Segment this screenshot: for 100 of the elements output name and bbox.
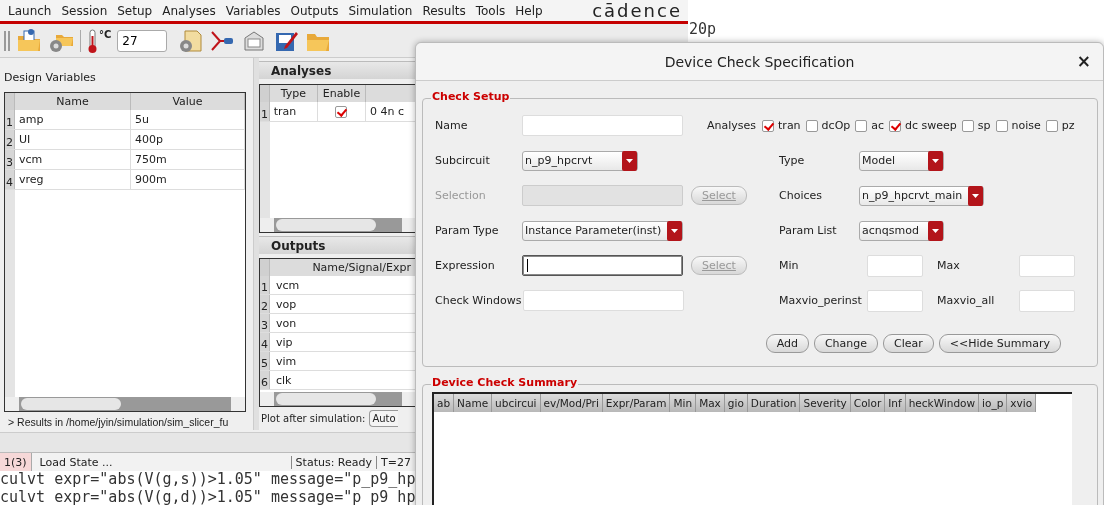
- gear-document-icon[interactable]: [177, 27, 204, 54]
- column-header[interactable]: gio: [724, 394, 748, 412]
- checkbox-label: sp: [977, 119, 991, 132]
- splitter-bar[interactable]: [0, 432, 415, 453]
- horizontal-scrollbar[interactable]: [5, 397, 245, 411]
- checkbox[interactable]: [1045, 119, 1058, 132]
- group-title: Check Setup: [431, 90, 511, 103]
- toolbar-grip: [4, 29, 10, 52]
- button[interactable]: Change: [813, 334, 879, 353]
- field-label: Maxvio_all: [937, 294, 996, 307]
- temperature-field[interactable]: 27: [117, 29, 168, 52]
- checkbox-label: dcOp: [821, 119, 851, 132]
- menu-item[interactable]: Session: [56, 3, 113, 18]
- field-label: Analyses: [707, 119, 757, 132]
- terminal-line: culvt expr="abs(V(g,s))>1.05" message="p_p9_hp: [0, 470, 416, 488]
- column-header[interactable]: Name: [15, 93, 131, 110]
- column-header[interactable]: Inf: [885, 394, 906, 412]
- caret-icon: [968, 185, 984, 206]
- status-text: Status: Ready: [290, 455, 377, 469]
- dropdown[interactable]: Model: [859, 150, 944, 171]
- checkbox[interactable]: [855, 119, 868, 132]
- dropdown[interactable]: n_p9_hpcrvt_main: [859, 185, 985, 206]
- checkbox[interactable]: [335, 105, 348, 118]
- menu-item[interactable]: Variables: [220, 3, 286, 18]
- dropdown[interactable]: Auto: [369, 410, 398, 427]
- column-header[interactable]: ubcircui: [492, 394, 541, 412]
- checkbox[interactable]: [961, 119, 974, 132]
- caret-icon: [928, 220, 943, 241]
- column-header[interactable]: Color: [850, 394, 886, 412]
- menu-item[interactable]: Launch: [3, 3, 57, 18]
- menu-item[interactable]: Simulation: [343, 3, 418, 18]
- logo: cādence: [592, 0, 682, 21]
- row-number: 3: [5, 150, 15, 169]
- column-header[interactable]: Value: [131, 93, 245, 110]
- caret-icon: [622, 150, 637, 171]
- field-label: Param Type: [434, 224, 500, 237]
- column-header[interactable]: Min: [670, 394, 697, 412]
- column-header[interactable]: io_p: [979, 394, 1008, 412]
- table-cell: UI: [15, 130, 131, 149]
- field-label: Selection: [434, 189, 487, 202]
- checkbox-label: pz: [1061, 119, 1075, 132]
- checkbox[interactable]: [805, 119, 818, 132]
- field-label: Subcircuit: [434, 154, 491, 167]
- field-label: Maxvio_perinst: [779, 294, 863, 307]
- field-label: Max: [937, 259, 961, 272]
- table-cell: 400p: [131, 130, 245, 149]
- field-label: Choices: [779, 189, 823, 202]
- results-path: > Results in /home/jyin/simulation/sim_slicer_fu: [8, 416, 229, 428]
- column-header[interactable]: ev/Mod/Pri: [540, 394, 603, 412]
- close-button[interactable]: ×: [1076, 52, 1091, 70]
- menu-item[interactable]: Outputs: [285, 3, 344, 18]
- column-header[interactable]: ab: [434, 394, 455, 412]
- column-header[interactable]: heckWindow: [905, 394, 980, 412]
- column-header[interactable]: Severity: [800, 394, 851, 412]
- horizontal-scrollbar[interactable]: [260, 218, 416, 232]
- column-header[interactable]: xvio: [1007, 394, 1037, 412]
- panel-header: Outputs: [259, 236, 415, 254]
- table-cell: 5u: [131, 110, 245, 129]
- checkbox[interactable]: [762, 119, 775, 132]
- field-label: Name: [434, 119, 469, 132]
- table-cell: tran: [269, 102, 318, 121]
- field-label: Param List: [779, 224, 838, 237]
- checkbox[interactable]: [889, 119, 902, 132]
- folder-icon[interactable]: [16, 27, 42, 54]
- column-header[interactable]: Duration: [747, 394, 801, 412]
- panel-header: Analyses: [259, 61, 415, 79]
- menu-item[interactable]: Tools: [470, 3, 511, 18]
- menu-item[interactable]: Setup: [112, 3, 158, 18]
- panel-title: Design Variables: [3, 70, 97, 86]
- checkbox-label: dc sweep: [905, 119, 957, 132]
- menu-item[interactable]: Analyses: [157, 3, 221, 18]
- row-number: 4: [260, 333, 270, 351]
- checkbox[interactable]: [995, 119, 1008, 132]
- status-temperature: T=27: [380, 455, 412, 469]
- button[interactable]: Clear: [883, 334, 934, 353]
- row-number: 2: [5, 130, 15, 149]
- column-header[interactable]: Name: [454, 394, 493, 412]
- dropdown[interactable]: acnqsmod: [859, 220, 944, 241]
- status-message: Load State ...: [38, 455, 114, 469]
- thermometer-icon: [87, 27, 99, 54]
- dropdown[interactable]: n_p9_hpcrvt: [522, 150, 638, 171]
- field-label: Expression: [434, 259, 496, 272]
- button[interactable]: Add: [765, 334, 809, 353]
- text-field[interactable]: [522, 255, 683, 276]
- field-label: Type: [779, 154, 806, 167]
- field-label: Plot after simulation:: [261, 413, 366, 424]
- table-cell: amp: [15, 110, 131, 129]
- checkbox-label: tran: [778, 119, 801, 132]
- menu-item[interactable]: Help: [510, 3, 548, 18]
- status-count: 1(3): [0, 453, 32, 471]
- group-title: Device Check Summary: [431, 376, 579, 389]
- row-number: 4: [5, 170, 15, 189]
- column-header[interactable]: Max: [696, 394, 725, 412]
- horizontal-scrollbar[interactable]: [260, 392, 416, 406]
- column-header[interactable]: Enable: [317, 85, 366, 102]
- menu-item[interactable]: Results: [417, 3, 471, 18]
- dropdown[interactable]: Instance Parameter(inst): [522, 220, 684, 241]
- column-header[interactable]: Expr/Param: [602, 394, 671, 412]
- table-cell: 900m: [131, 170, 245, 189]
- button[interactable]: <<Hide Summary: [938, 334, 1061, 353]
